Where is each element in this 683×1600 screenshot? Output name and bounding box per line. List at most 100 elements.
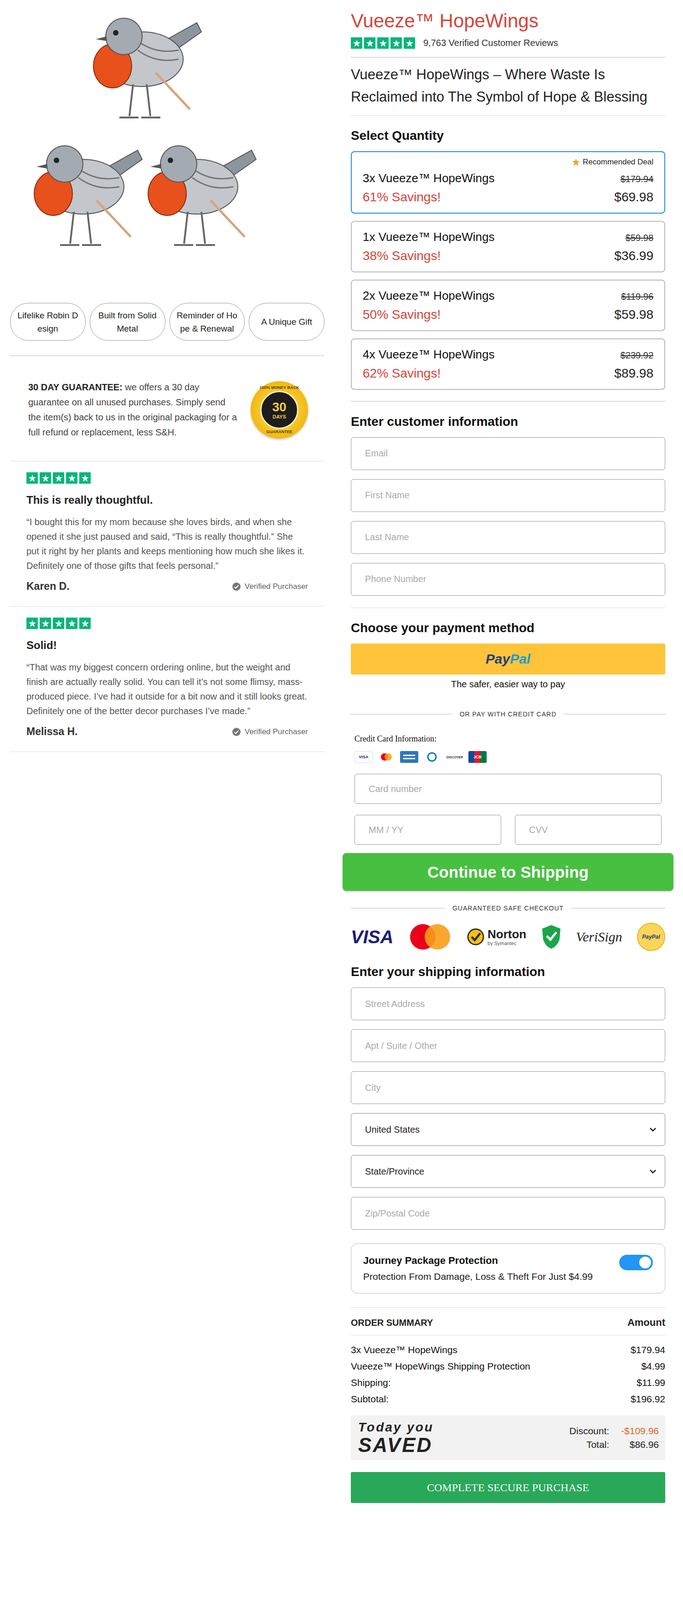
option-top: 4x Vueeze™ HopeWings$239.92 [362,347,654,362]
cvv-field[interactable] [514,815,662,846]
customer-field[interactable] [350,521,666,555]
summary-header: ORDER SUMMARYAmount [350,1307,666,1336]
star-shape-icon [352,39,361,48]
option-top: 2x Vueeze™ HopeWings$119.96 [362,288,654,303]
seal-stack: 100% MONEY BACK30DAYSGUARANTEE [259,385,300,435]
norton-words: Nortonby Symantec [487,928,527,947]
quantity-option[interactable]: 4x Vueeze™ HopeWings$239.92 62% Savings!$… [350,338,666,391]
review-stars [26,617,309,630]
select-field[interactable]: State/Province [350,1155,666,1189]
verified-label: Verified Purchaser [244,582,309,592]
customer-field[interactable] [350,479,666,513]
shipping-field[interactable] [350,987,666,1021]
shipping-field[interactable] [350,1071,666,1105]
total-value: $86.96 [621,1439,659,1451]
star-shape-icon [81,619,90,628]
continue-button[interactable]: Continue to Shipping [342,853,674,892]
protection-toggle[interactable] [619,1255,653,1271]
protection-title: Journey Package Protection [363,1255,593,1268]
paypal-logo-pal: Pal [509,651,531,668]
option-bottom: 62% Savings!$89.98 [362,366,654,381]
feature-list: Lifelike Robin DesignBuilt from Solid Me… [10,302,325,341]
option-bottom: 50% Savings!$59.98 [362,307,654,323]
norton-text: Norton [487,928,527,941]
option-price: $59.98 [614,307,654,323]
quantity-option[interactable]: 2x Vueeze™ HopeWings$119.96 50% Savings!$… [350,279,666,332]
tagline: Vueeze™ HopeWings – Where Waste Is Recla… [350,57,666,116]
option-was-price: $239.92 [620,350,654,361]
shipping-field[interactable] [350,1197,666,1231]
robin-sculpture-icon [10,9,325,265]
purchase-button[interactable]: COMPLETE SECURE PURCHASE [350,1472,666,1504]
quantity-option[interactable]: Recommended Deal 3x Vueeze™ HopeWings$179… [350,151,666,214]
star-shape-icon [67,474,77,483]
visa-logo-icon: VISA [350,927,394,948]
amex-card-icon [400,751,419,764]
star-shape-icon [28,474,37,483]
guarantee-text: 30 DAY GUARANTEE: we offers a 30 day gua… [28,380,238,441]
review-body: “That was my biggest concern ordering on… [26,660,309,719]
summary-row: 3x Vueeze™ HopeWings$179.94 [350,1342,666,1359]
visa-card-icon: VISA [354,751,373,764]
divider [350,56,666,58]
customer-field[interactable] [350,563,666,596]
card-icon-label: VISA [358,754,369,760]
divider [350,115,666,117]
totals: Discount:-$109.96Total:$86.96 [569,1426,659,1451]
star-shape-icon [379,39,388,48]
chevron-down-icon [649,1169,657,1175]
select-field[interactable]: United States [350,1113,666,1147]
card-icon-label: DISCOVER [446,755,464,760]
divider [10,355,325,357]
discount-label: Discount: [569,1426,610,1438]
expiry-field[interactable] [354,815,502,846]
star-icon [571,158,581,167]
amount-heading: Amount [627,1317,666,1330]
feature-pill: Lifelike Robin Design [10,302,86,341]
feature-pill: Built from Solid Metal [89,302,166,341]
norton-logo-icon: Nortonby Symantec [466,928,527,947]
option-top: 3x Vueeze™ HopeWings$179.94 [362,171,654,186]
review-stars [26,472,309,484]
saved-banner: Today youSAVED [358,1420,434,1457]
norton-sub: by Symantec [487,940,527,947]
section-heading: Select Quantity [350,128,666,144]
summary-rows: 3x Vueeze™ HopeWings$179.94Vueeze™ HopeW… [350,1335,666,1408]
quantity-option[interactable]: 1x Vueeze™ HopeWings$59.9838% Savings!$3… [350,220,666,273]
verisign-logo-icon: VeriSign [575,929,623,945]
review-title: This is really thoughtful. [26,493,309,507]
review-footer: Karen D.Verified Purchaser [26,580,309,593]
saved-line-2: SAVED [358,1435,434,1457]
star-icon [403,37,416,49]
review-count[interactable]: 9,763 Verified Customer Reviews [423,37,559,49]
customer-field[interactable] [350,437,666,471]
amex-lines-icon [402,753,416,761]
rating-row: 9,763 Verified Customer Reviews [350,37,666,49]
star-icon [390,37,402,49]
summary-amount: $196.92 [630,1394,666,1406]
feature-pill: A Unique Gift [248,302,325,341]
seal-center: 30DAYS [260,390,299,430]
verisign-text: VeriSign [575,929,623,945]
mastercard-logo-icon [408,923,452,951]
star-icon [52,472,65,484]
shipping-field[interactable] [350,1029,666,1063]
paypal-button[interactable]: PayPal [350,643,666,675]
card-number-field[interactable] [354,774,662,805]
divider [350,607,666,609]
discount-value: -$109.96 [621,1426,659,1438]
mastercard-circles-icon [408,923,452,951]
seal-top: 100% MONEY BACK [259,385,300,391]
summary-label: Subtotal: [350,1394,389,1406]
star-icon [66,472,78,484]
recommended-badge: Recommended Deal [571,157,654,167]
protection-box: Journey Package ProtectionProtection Fro… [350,1243,666,1295]
seal-bottom: GUARANTEE [266,429,293,435]
star-icon [79,472,91,484]
summary-label: Shipping: [350,1377,391,1389]
diners-ring-icon [426,752,437,763]
verified-badge: Verified Purchaser [231,582,309,592]
visa-logo-text: VISA [350,927,394,948]
divider [350,400,666,402]
star-shape-icon [54,474,63,483]
